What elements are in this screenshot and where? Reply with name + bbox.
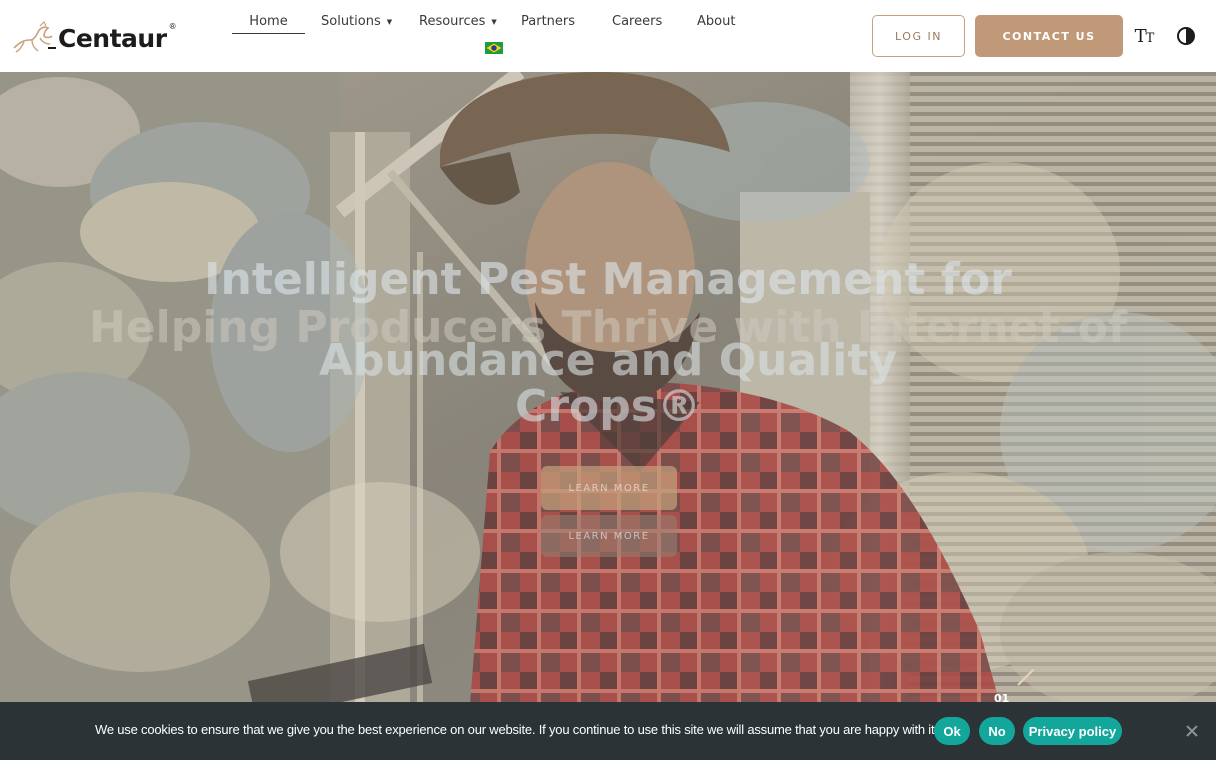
nav-partners-label: Partners <box>521 14 576 29</box>
brazil-flag-icon[interactable] <box>485 42 503 54</box>
close-icon[interactable] <box>1185 724 1199 738</box>
contact-us-button[interactable]: CONTACT US <box>975 15 1123 57</box>
cookie-no-button[interactable]: No <box>979 717 1015 745</box>
learn-more-button-secondary[interactable]: LEARN MORE <box>541 515 677 557</box>
nav-about[interactable]: About <box>697 14 735 29</box>
centaur-logo-icon <box>13 20 56 53</box>
hero-title-line-3a: Abundance and Quality <box>318 335 898 386</box>
nav-home-label: Home <box>249 14 288 29</box>
nav-resources[interactable]: Resources ▼ <box>419 14 497 29</box>
logo[interactable]: Centaur ® <box>10 18 195 58</box>
learn-more-button[interactable]: LEARN MORE <box>541 466 677 510</box>
hero-title-line-3b: Crops® <box>515 381 701 432</box>
text-size-icon[interactable]: TT <box>1131 24 1157 48</box>
contrast-icon[interactable] <box>1173 24 1199 48</box>
cookie-message: We use cookies to ensure that we give yo… <box>95 722 938 737</box>
nav-careers-label: Careers <box>612 14 663 29</box>
login-button[interactable]: LOG IN <box>872 15 965 57</box>
nav-solutions-label: Solutions <box>321 14 381 29</box>
cookie-ok-button[interactable]: Ok <box>934 717 970 745</box>
nav-partners[interactable]: Partners <box>521 14 575 29</box>
hero-title-line-3: Abundance and Quality Crops® <box>220 338 996 430</box>
nav-solutions[interactable]: Solutions ▼ <box>321 14 392 29</box>
nav-about-label: About <box>697 14 736 29</box>
privacy-policy-button[interactable]: Privacy policy <box>1023 717 1122 745</box>
caret-down-icon: ▼ <box>386 17 393 26</box>
site-header: Centaur ® Home Solutions ▼ Resources ▼ Par… <box>0 0 1216 72</box>
nav-home[interactable]: Home <box>232 14 305 34</box>
nav-careers[interactable]: Careers <box>612 14 662 29</box>
cookie-banner: We use cookies to ensure that we give yo… <box>0 702 1216 760</box>
nav-resources-label: Resources <box>419 14 486 29</box>
hero-section: Intelligent Pest Management for Helping … <box>0 72 1216 704</box>
caret-down-icon: ▼ <box>491 17 497 26</box>
logo-text: Centaur <box>58 23 167 53</box>
hero-title-line-1: Intelligent Pest Management for <box>204 254 1012 305</box>
logo-registered-mark: ® <box>168 22 177 31</box>
